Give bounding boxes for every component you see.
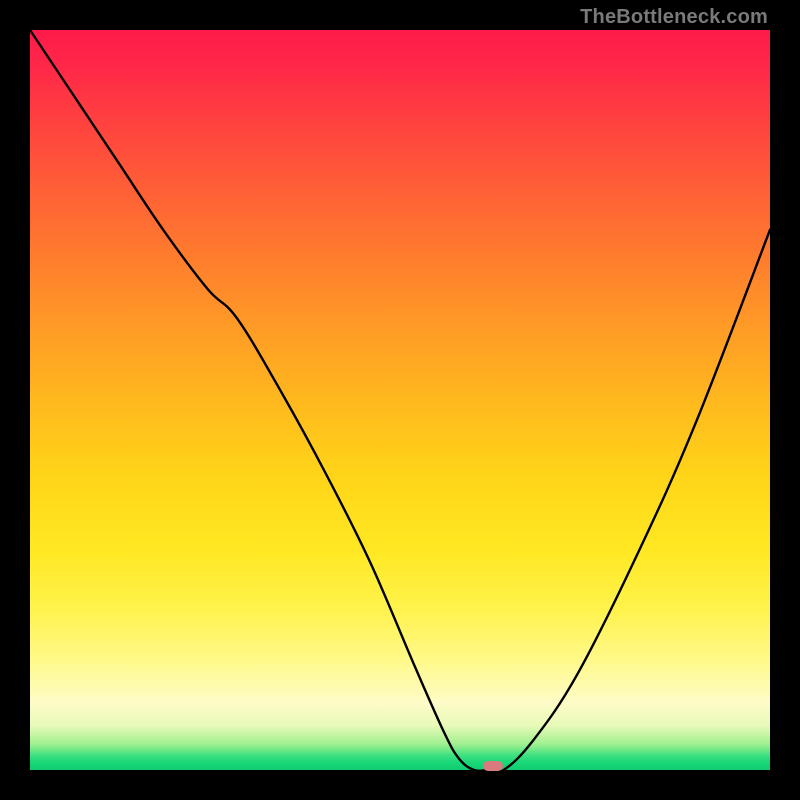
optimum-marker <box>483 761 503 771</box>
bottleneck-curve-path <box>30 30 770 770</box>
watermark-text: TheBottleneck.com <box>580 6 768 29</box>
plot-area <box>30 30 770 770</box>
chart-container: TheBottleneck.com <box>0 0 800 800</box>
curve-svg <box>30 30 770 770</box>
